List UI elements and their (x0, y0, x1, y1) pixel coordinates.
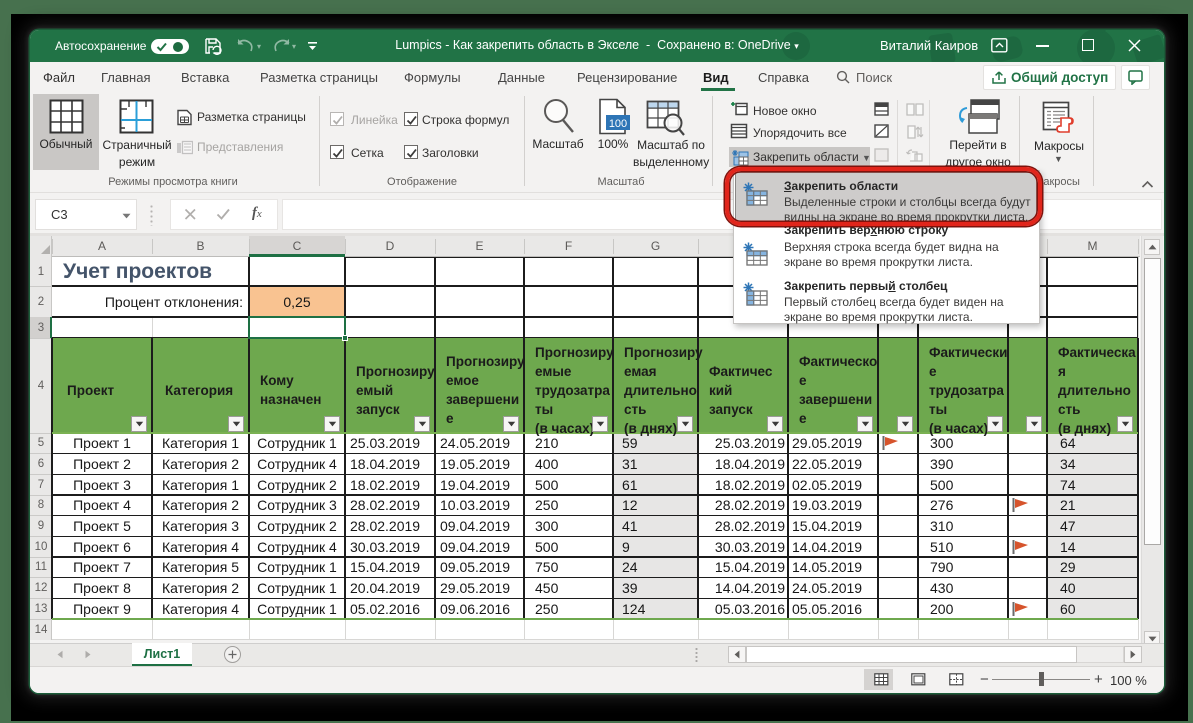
svg-text:100: 100 (609, 118, 627, 130)
